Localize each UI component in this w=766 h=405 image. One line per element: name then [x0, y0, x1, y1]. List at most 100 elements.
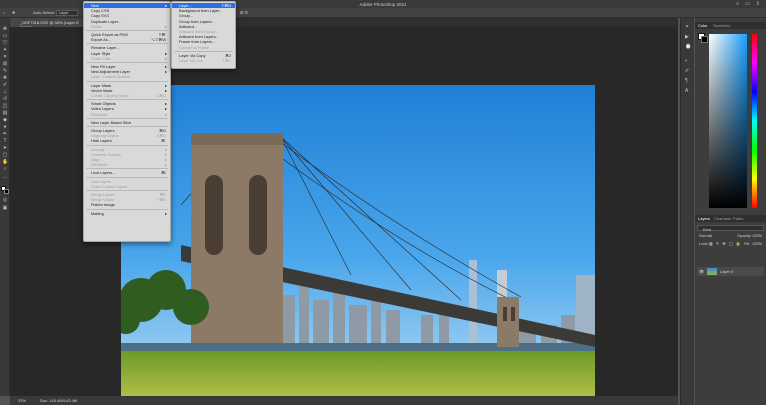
magic-wand-icon[interactable]: ✦ [2, 48, 8, 53]
submenu-arrow-icon: ▸ [165, 162, 167, 168]
menu-separator [86, 176, 168, 178]
menu-item-label: Layer Via Cut [179, 58, 203, 63]
menu-item-label: Rasterize [91, 111, 108, 117]
menu-item: Layer Via Cut ⇧⌘J [172, 58, 235, 63]
paragraph-icon[interactable]: ¶ [685, 78, 688, 84]
screen-mode-icon[interactable]: ▣ [2, 206, 8, 211]
menu-item[interactable]: Matting ▸ [84, 211, 170, 216]
dodge-tool-icon[interactable]: ● [2, 125, 8, 130]
brush-settings-icon[interactable]: ✐ [685, 68, 689, 74]
workspace-icon[interactable]: ▭ [745, 1, 750, 7]
layer-filter-kind[interactable]: Kind [697, 225, 764, 232]
quick-mask-icon[interactable]: ◎ [2, 198, 8, 203]
menu-item-label: Convert to Frame [179, 44, 210, 50]
menu-item: Layer Content Options... [84, 74, 170, 79]
eraser-tool-icon[interactable]: ◫ [2, 104, 8, 109]
panel-icon-strip: ⚭ ▶ ⌚ ◐ ✐ ¶ A [680, 18, 694, 405]
layer-row[interactable]: 👁 Layer 0 [697, 267, 764, 276]
bridge-photo [121, 85, 595, 401]
opacity-label: Opacity: [737, 233, 752, 238]
more-tools-icon[interactable]: ··· [2, 176, 8, 181]
menu-item[interactable]: Lock Layers... ⌘/ [84, 170, 170, 175]
menu-separator [86, 80, 168, 82]
tab-paths[interactable]: Paths [733, 216, 743, 221]
menu-item: Smart Filter ▸ [84, 56, 170, 61]
pen-tool-icon[interactable]: ✒ [2, 132, 8, 137]
gradient-tool-icon[interactable]: ▤ [2, 111, 8, 116]
blend-mode-dropdown[interactable]: Normal [699, 233, 712, 238]
eyedropper-icon[interactable]: ✎ [2, 69, 8, 74]
tab-swatches[interactable]: Swatches [713, 23, 730, 28]
new-submenu: Layer... ⇧⌘N Background from Layer... Group… [171, 1, 236, 69]
menu-item: Convert to Frame [172, 45, 235, 50]
color-panel-tabs: Color Swatches [695, 22, 766, 29]
opacity-value[interactable]: 100% [752, 233, 762, 238]
hand-tool-icon[interactable]: ✋ [2, 160, 8, 165]
shape-tool-icon[interactable]: ▢ [2, 153, 8, 158]
menu-item[interactable]: Export As... ⌥⇧⌘W [84, 37, 170, 42]
auto-select-dropdown[interactable]: Layer [56, 10, 78, 16]
history-brush-icon[interactable]: ↺ [2, 97, 8, 102]
tab-channels[interactable]: Channels [714, 216, 731, 221]
move-tool-icon[interactable]: ✥ [2, 27, 8, 32]
visibility-eye-icon[interactable]: 👁 [699, 269, 704, 274]
menu-item-label: Export As... [91, 37, 111, 43]
background-color-swatch[interactable] [4, 189, 9, 194]
play-icon[interactable]: ▶ [685, 34, 689, 40]
tab-color[interactable]: Color [698, 23, 708, 28]
tab-layers[interactable]: Layers [698, 216, 710, 221]
panel-background-swatch[interactable] [701, 36, 708, 43]
menu-item-label: Flatten Image [91, 202, 115, 208]
document-canvas-photo[interactable] [121, 85, 595, 401]
submenu-arrow-icon: ▸ [165, 55, 167, 61]
menu-shortcut: ⌥⌘G [154, 93, 166, 98]
blur-tool-icon[interactable]: ◆ [2, 118, 8, 123]
move-tool-icon[interactable]: ✥ [12, 10, 15, 15]
layer-menu: New ▸ Copy CSS Copy SVG Duplicate Layer... De… [83, 1, 171, 242]
type-tool-icon[interactable]: T [2, 139, 8, 144]
menu-item: Rasterize ▸ [84, 112, 170, 117]
right-panels: Color Swatches Layers Channels Paths Kin… [695, 18, 766, 405]
layer-name[interactable]: Layer 0 [720, 269, 733, 274]
glyphs-icon[interactable]: A [685, 88, 688, 94]
auto-select-label[interactable]: Auto-Select: [33, 10, 55, 15]
menu-separator [86, 30, 168, 31]
menu-separator [86, 208, 168, 210]
home-icon[interactable]: ⌂ [3, 10, 5, 15]
kind-label: Kind [703, 226, 712, 232]
zoom-tool-icon[interactable]: ⌕ [2, 167, 8, 172]
document-tab[interactable]: _DSF7318.CR2 @ 33% (Layer 0, RGB/8) [10, 18, 90, 30]
stamp-tool-icon[interactable]: ⊥ [2, 90, 8, 95]
search-icon[interactable]: ⌕ [736, 1, 739, 7]
menu-item[interactable]: Hide Layers ⌘, [84, 138, 170, 143]
color-picker-field[interactable] [709, 34, 747, 208]
frame-tool-icon[interactable]: ⊠ [2, 62, 8, 67]
path-select-icon[interactable]: ➤ [2, 146, 8, 151]
healing-brush-icon[interactable]: ✚ [2, 76, 8, 81]
menu-item: Select Linked Layers [84, 184, 170, 189]
align-icons[interactable]: ⊞ ⊟ [240, 10, 248, 15]
submenu-arrow-icon: ▸ [165, 23, 167, 29]
menu-item: Create Clipping Mask ⌥⌘G [84, 93, 170, 98]
menu-item[interactable]: Flatten Image [84, 202, 170, 207]
lock-row: Lock: ▦ ✎ ✥ ▢ 🔒 Fill: 100% [697, 241, 764, 247]
brush-tool-icon[interactable]: ✐ [2, 83, 8, 88]
menu-separator [86, 168, 168, 170]
hue-slider[interactable] [752, 34, 757, 208]
menu-item[interactable]: New Layer Based Slice [84, 120, 170, 125]
crop-tool-icon[interactable]: ⌗ [2, 55, 8, 60]
history-icon[interactable]: ⌚ [685, 44, 691, 50]
fill-value[interactable]: 100% [752, 241, 762, 246]
fill-label: Fill: [744, 241, 751, 246]
adjustments-icon[interactable]: ◐ [685, 58, 688, 64]
lock-icons[interactable]: ▦ ✎ ✥ ▢ 🔒 [709, 241, 742, 246]
learn-icon[interactable]: ⚭ [685, 24, 689, 30]
menu-item: Distribute ▸ [84, 162, 170, 167]
marquee-tool-icon[interactable]: ▭ [2, 34, 8, 39]
submenu-arrow-icon: ▸ [165, 111, 167, 117]
zoom-level[interactable]: 33% [18, 398, 26, 403]
menu-separator [86, 43, 168, 45]
menu-item-label: Lock Layers... [91, 170, 116, 176]
share-icon[interactable]: ⇪ [756, 1, 760, 7]
lasso-tool-icon[interactable]: ➰ [2, 41, 8, 46]
